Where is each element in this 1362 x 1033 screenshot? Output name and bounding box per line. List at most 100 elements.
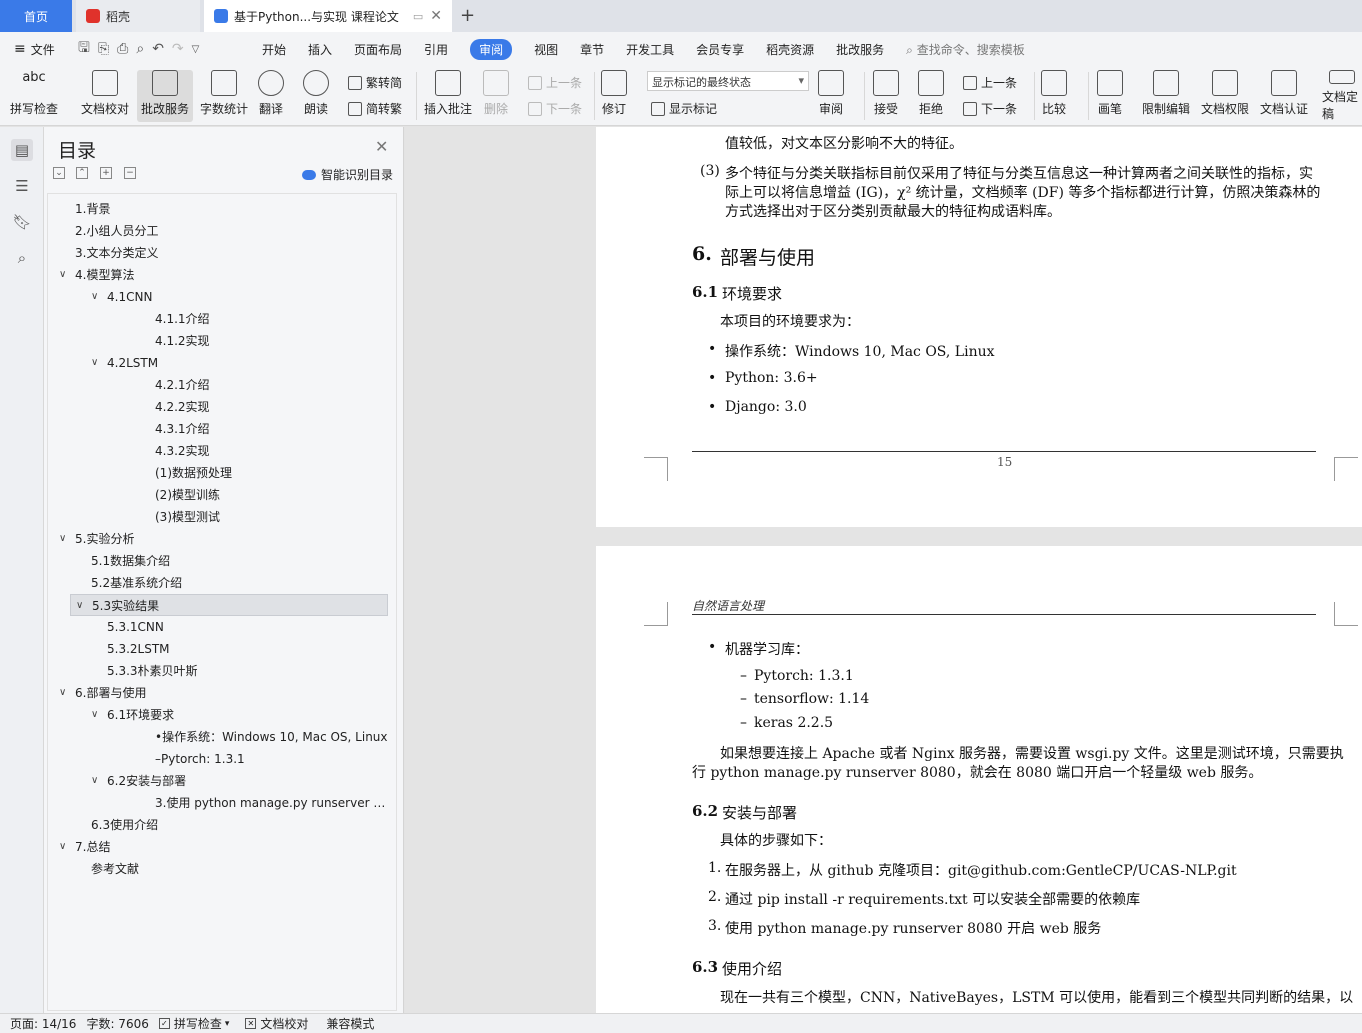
compare-button[interactable]: 比较	[1041, 70, 1067, 122]
tab-pin-icon[interactable]: ▭	[413, 10, 423, 23]
simp-to-trad-button[interactable]: 简转繁	[348, 100, 402, 117]
toc-item[interactable]: ∨ 7.总结	[48, 836, 396, 858]
tab-document[interactable]: 基于Python...与实现 课程论文 ▭ ✕	[204, 0, 452, 32]
read-aloud-button[interactable]: 朗读	[303, 70, 329, 122]
correction-service-button[interactable]: 批改服务	[137, 70, 194, 122]
word-count-indicator[interactable]: 字数: 7606	[86, 1015, 148, 1032]
toc-item[interactable]: ∨ 4.1CNN	[48, 286, 396, 308]
collapse-all-icon[interactable]: ⌄	[53, 167, 65, 179]
toc-item[interactable]: 5.1数据集介绍	[48, 550, 396, 572]
toc-item[interactable]: •操作系统：Windows 10, Mac OS, Linux	[48, 726, 396, 748]
toc-item[interactable]: 3.文本分类定义	[48, 242, 396, 264]
toc-item[interactable]: 4.2.2实现	[48, 396, 396, 418]
document-canvas[interactable]: 值较低，对文本区分影响不大的特征。 (3) 多个特征与分类关联指标目前仅采用了特…	[405, 127, 1362, 1013]
close-tab-icon[interactable]: ✕	[430, 8, 442, 24]
next-comment-button[interactable]: 下一条	[528, 100, 582, 117]
toc-item[interactable]: 参考文献	[48, 858, 396, 880]
toc-item[interactable]: 4.3.1介绍	[48, 418, 396, 440]
menu-tab[interactable]: 开始	[262, 41, 286, 58]
toc-item[interactable]: (3)模型测试	[48, 506, 396, 528]
word-count-button[interactable]: 字数统计	[200, 70, 248, 122]
print-preview-icon[interactable]: ⌕	[136, 41, 144, 57]
toc-item[interactable]: 4.3.2实现	[48, 440, 396, 462]
toc-item[interactable]: 5.3.1CNN	[48, 616, 396, 638]
accept-button[interactable]: 接受	[873, 70, 899, 122]
toc-item[interactable]: 2.小组人员分工	[48, 220, 396, 242]
review-button[interactable]: 审阅	[818, 70, 844, 122]
toc-item[interactable]: 3.使用 python manage.py runserver 8080 开启 …	[48, 792, 396, 814]
toc-item[interactable]: 5.3.2LSTM	[48, 638, 396, 660]
smart-toc-button[interactable]: 智能识别目录	[302, 166, 393, 183]
menu-tab[interactable]: 批改服务	[836, 41, 884, 58]
chevron-down-icon[interactable]: ∨	[91, 286, 98, 308]
toc-item[interactable]: (1)数据预处理	[48, 462, 396, 484]
menu-tab[interactable]: 页面布局	[354, 41, 402, 58]
chevron-down-icon[interactable]: ∨	[91, 704, 98, 726]
prev-comment-button[interactable]: 上一条	[528, 74, 582, 91]
chevron-down-icon[interactable]: ∨	[59, 528, 66, 550]
next-change-button[interactable]: 下一条	[963, 100, 1017, 117]
file-menu[interactable]: ≡ 文件	[0, 41, 72, 58]
toc-item[interactable]: ∨ 6.部署与使用	[48, 682, 396, 704]
chevron-down-icon[interactable]: ∨	[59, 682, 66, 704]
redo-icon[interactable]: ↷	[172, 41, 184, 57]
doc-proof-button[interactable]: 文档校对	[81, 70, 129, 122]
close-icon[interactable]: ✕	[375, 137, 388, 156]
menu-tab[interactable]: 会员专享	[696, 41, 744, 58]
toc-item[interactable]: ∨ 6.2安装与部署	[48, 770, 396, 792]
show-markup-button[interactable]: 显示标记	[651, 100, 717, 117]
document-page-15[interactable]: 值较低，对文本区分影响不大的特征。 (3) 多个特征与分类关联指标目前仅采用了特…	[596, 127, 1362, 527]
chapter-nav-icon[interactable]: ☰	[11, 175, 33, 197]
export-icon[interactable]: ⎘	[98, 41, 109, 57]
toc-item[interactable]: 5.3.3朴素贝叶斯	[48, 660, 396, 682]
chevron-down-icon[interactable]: ∨	[91, 352, 98, 374]
print-icon[interactable]: ⎙	[117, 41, 128, 57]
toc-item[interactable]: 4.2.1介绍	[48, 374, 396, 396]
prev-change-button[interactable]: 上一条	[963, 74, 1017, 91]
delete-comment-button[interactable]: 删除	[483, 70, 509, 122]
toc-item[interactable]: –Pytorch: 1.3.1	[48, 748, 396, 770]
menu-tab[interactable]: 视图	[534, 41, 558, 58]
save-icon[interactable]: 🖫	[78, 37, 90, 61]
menu-tab[interactable]: 开发工具	[626, 41, 674, 58]
spell-check-toggle[interactable]: ✓ 拼写检查 ▾	[158, 1015, 229, 1032]
toc-item[interactable]: 6.3使用介绍	[48, 814, 396, 836]
toc-item[interactable]: ∨ 4.2LSTM	[48, 352, 396, 374]
track-changes-button[interactable]: 修订	[601, 70, 627, 122]
doc-permission-button[interactable]: 文档权限	[1201, 70, 1249, 122]
command-search[interactable]: ⌕ 查找命令、搜索模板	[906, 41, 1025, 58]
search-icon[interactable]: ⌕	[11, 247, 33, 269]
remove-heading-icon[interactable]: −	[124, 167, 136, 179]
translate-button[interactable]: 翻译	[258, 70, 284, 122]
menu-tab[interactable]: 审阅	[470, 38, 513, 60]
add-heading-icon[interactable]: +	[100, 167, 112, 179]
chevron-down-icon[interactable]: ∨	[91, 770, 98, 792]
toc-item[interactable]: 4.1.2实现	[48, 330, 396, 352]
menu-tab[interactable]: 引用	[424, 41, 448, 58]
toc-item[interactable]: 5.2基准系统介绍	[48, 572, 396, 594]
toc-item[interactable]: 4.1.1介绍	[48, 308, 396, 330]
menu-tab[interactable]: 章节	[580, 41, 604, 58]
menu-tab[interactable]: 稻壳资源	[766, 41, 814, 58]
spell-check-button[interactable]: abc 拼写检查	[10, 70, 58, 122]
toc-item[interactable]: ∨ 5.实验分析	[48, 528, 396, 550]
chevron-down-icon[interactable]: ∨	[76, 595, 83, 615]
chevron-down-icon[interactable]: ∨	[59, 836, 66, 858]
trad-to-simp-button[interactable]: 繁转简	[348, 74, 402, 91]
document-page-16[interactable]: 自然语言处理 • 机器学习库： – Pytorch: 1.3.1 – tenso…	[596, 546, 1362, 1013]
customize-dropdown-icon[interactable]: ▽	[192, 44, 200, 55]
undo-icon[interactable]: ↶	[152, 41, 164, 57]
new-tab-icon[interactable]: +	[460, 5, 475, 26]
tab-daoke[interactable]: 稻壳	[76, 0, 200, 32]
toc-item[interactable]: 1.背景	[48, 198, 396, 220]
expand-all-icon[interactable]: ⌃	[76, 167, 88, 179]
toc-item[interactable]: ∨ 6.1环境要求	[48, 704, 396, 726]
tab-home[interactable]: 首页	[0, 0, 72, 32]
toc-item[interactable]: ∨ 4.模型算法	[48, 264, 396, 286]
toc-item[interactable]: (2)模型训练	[48, 484, 396, 506]
doc-proof-toggle[interactable]: ✕ 文档校对	[245, 1015, 308, 1032]
menu-tab[interactable]: 插入	[308, 41, 332, 58]
doc-cert-button[interactable]: 文档认证	[1260, 70, 1308, 122]
insert-comment-button[interactable]: 插入批注	[424, 70, 472, 122]
restrict-edit-button[interactable]: 限制编辑	[1142, 70, 1190, 122]
